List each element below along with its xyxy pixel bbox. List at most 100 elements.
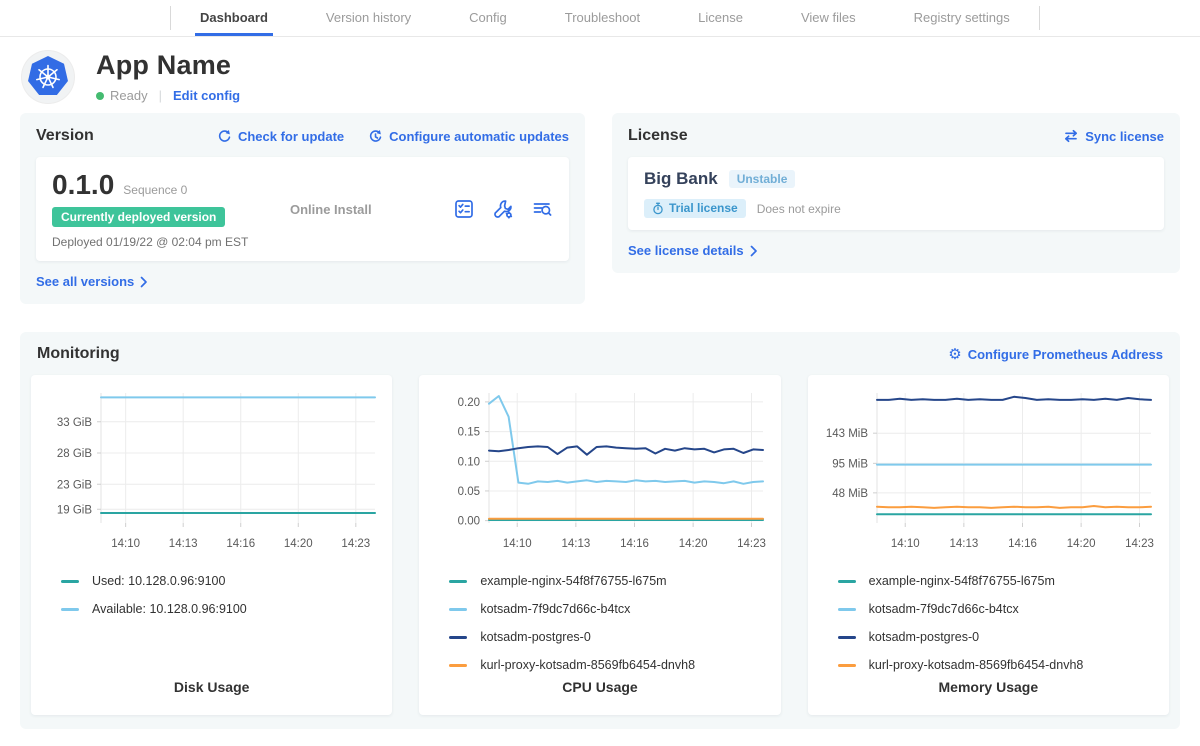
app-status: Ready [110, 88, 148, 103]
sync-arrows-icon [1063, 129, 1079, 143]
legend-item: kotsadm-7f9dc7d66c-b4tcx [838, 595, 1169, 623]
version-diff-button[interactable] [453, 198, 475, 220]
legend-color-dash [449, 664, 467, 667]
nav-right-divider [1039, 6, 1040, 30]
svg-text:33 GiB: 33 GiB [56, 417, 91, 429]
edit-config-version-button[interactable] [492, 198, 514, 220]
cpu-usage-chart: 14:1014:1314:1614:2014:230.200.150.100.0… [425, 383, 775, 555]
tab-config-label: Config [464, 0, 512, 36]
chevron-right-icon [750, 245, 758, 257]
trial-license-label: Trial license [669, 201, 738, 215]
tab-troubleshoot-label: Troubleshoot [560, 0, 645, 36]
svg-text:0.10: 0.10 [458, 456, 480, 468]
svg-text:48 MiB: 48 MiB [833, 488, 869, 500]
tab-version-history[interactable]: Version history [321, 0, 416, 36]
configure-prometheus-button[interactable]: ⚙ Configure Prometheus Address [948, 347, 1163, 362]
circular-arrow-icon [217, 129, 232, 144]
configure-automatic-updates-button[interactable]: Configure automatic updates [368, 129, 569, 144]
svg-text:0.15: 0.15 [458, 427, 480, 439]
legend-label: kurl-proxy-kotsadm-8569fb6454-dnvh8 [869, 658, 1084, 672]
deployed-version-badge: Currently deployed version [52, 207, 225, 227]
version-card: Version Check for update [20, 113, 585, 304]
check-for-update-button[interactable]: Check for update [217, 129, 344, 144]
chevron-right-icon [140, 276, 148, 288]
legend-item: Used: 10.128.0.96:9100 [61, 567, 392, 595]
monitoring-section: Monitoring ⚙ Configure Prometheus Addres… [20, 332, 1180, 729]
svg-text:28 GiB: 28 GiB [56, 448, 91, 460]
svg-text:14:16: 14:16 [226, 538, 255, 550]
view-deploy-logs-button[interactable] [531, 198, 553, 220]
legend-item: Available: 10.128.0.96:9100 [61, 595, 392, 623]
cpu-usage-card: 14:1014:1314:1614:2014:230.200.150.100.0… [419, 375, 780, 715]
stopwatch-icon [652, 202, 664, 215]
current-version-row: 0.1.0 Sequence 0 Currently deployed vers… [36, 157, 569, 261]
legend-color-dash [838, 636, 856, 639]
logs-magnifier-icon [531, 198, 553, 220]
version-number: 0.1.0 [52, 169, 114, 201]
svg-text:14:10: 14:10 [503, 538, 532, 550]
edit-config-link[interactable]: Edit config [173, 88, 240, 103]
sync-license-label: Sync license [1085, 129, 1164, 144]
legend-color-dash [838, 608, 856, 611]
license-card-title: License [628, 127, 688, 145]
app-header: App Name Ready | Edit config [0, 37, 1200, 113]
deployed-timestamp: Deployed 01/19/22 @ 02:04 pm EST [52, 235, 290, 249]
legend-item: kotsadm-postgres-0 [449, 623, 780, 651]
svg-text:23 GiB: 23 GiB [56, 479, 91, 491]
svg-text:14:20: 14:20 [1067, 538, 1096, 550]
legend-color-dash [449, 608, 467, 611]
nav-left-divider [170, 6, 171, 30]
sync-license-button[interactable]: Sync license [1063, 129, 1164, 144]
version-sequence: Sequence 0 [123, 183, 187, 197]
legend-item: kurl-proxy-kotsadm-8569fb6454-dnvh8 [838, 651, 1169, 679]
legend-color-dash [61, 580, 79, 583]
svg-text:14:16: 14:16 [1008, 538, 1037, 550]
version-card-title: Version [36, 127, 94, 145]
svg-text:0.20: 0.20 [458, 397, 480, 409]
see-all-versions-link[interactable]: See all versions [36, 274, 148, 289]
license-card: License Sync license Big Bank Unstable [612, 113, 1180, 273]
tab-view-files[interactable]: View files [796, 0, 861, 36]
svg-text:14:20: 14:20 [679, 538, 708, 550]
svg-text:14:10: 14:10 [111, 538, 140, 550]
legend-color-dash [449, 580, 467, 583]
legend-label: Used: 10.128.0.96:9100 [92, 574, 225, 588]
install-type: Online Install [290, 202, 372, 217]
svg-text:14:13: 14:13 [168, 538, 197, 550]
tab-registry-settings[interactable]: Registry settings [909, 0, 1015, 36]
svg-text:14:23: 14:23 [341, 538, 370, 550]
configure-automatic-updates-label: Configure automatic updates [389, 129, 569, 144]
license-expiry: Does not expire [757, 202, 841, 216]
disk-usage-title: Disk Usage [31, 679, 392, 695]
tab-troubleshoot[interactable]: Troubleshoot [560, 0, 645, 36]
channel-badge: Unstable [729, 170, 796, 188]
tab-dashboard[interactable]: Dashboard [195, 0, 273, 36]
tab-license[interactable]: License [693, 0, 748, 36]
legend-label: kotsadm-postgres-0 [480, 630, 590, 644]
legend-label: example-nginx-54f8f76755-l675m [480, 574, 666, 588]
tab-config[interactable]: Config [464, 0, 512, 36]
disk-usage-legend: Used: 10.128.0.96:9100 Available: 10.128.… [61, 567, 392, 679]
memory-usage-title: Memory Usage [808, 679, 1169, 695]
see-license-details-label: See license details [628, 243, 744, 258]
legend-item: kotsadm-7f9dc7d66c-b4tcx [449, 595, 780, 623]
license-customer-name: Big Bank [644, 169, 718, 189]
svg-text:95 MiB: 95 MiB [833, 458, 869, 470]
svg-text:14:23: 14:23 [737, 538, 766, 550]
legend-color-dash [838, 580, 856, 583]
svg-text:14:13: 14:13 [950, 538, 979, 550]
see-all-versions-label: See all versions [36, 274, 134, 289]
see-license-details-link[interactable]: See license details [628, 243, 758, 258]
clock-arrow-icon [368, 129, 383, 144]
ready-status-dot [96, 92, 104, 100]
legend-color-dash [449, 636, 467, 639]
svg-text:19 GiB: 19 GiB [56, 504, 91, 516]
cpu-usage-legend: example-nginx-54f8f76755-l675m kotsadm-7f… [449, 567, 780, 679]
svg-text:0.00: 0.00 [458, 516, 480, 528]
svg-text:14:13: 14:13 [561, 538, 590, 550]
main-content: Version Check for update [0, 113, 1200, 729]
disk-usage-chart: 14:1014:1314:1614:2014:2333 GiB28 GiB23 … [37, 383, 387, 555]
header-divider: | [159, 88, 162, 103]
legend-color-dash [838, 664, 856, 667]
legend-label: kurl-proxy-kotsadm-8569fb6454-dnvh8 [480, 658, 695, 672]
